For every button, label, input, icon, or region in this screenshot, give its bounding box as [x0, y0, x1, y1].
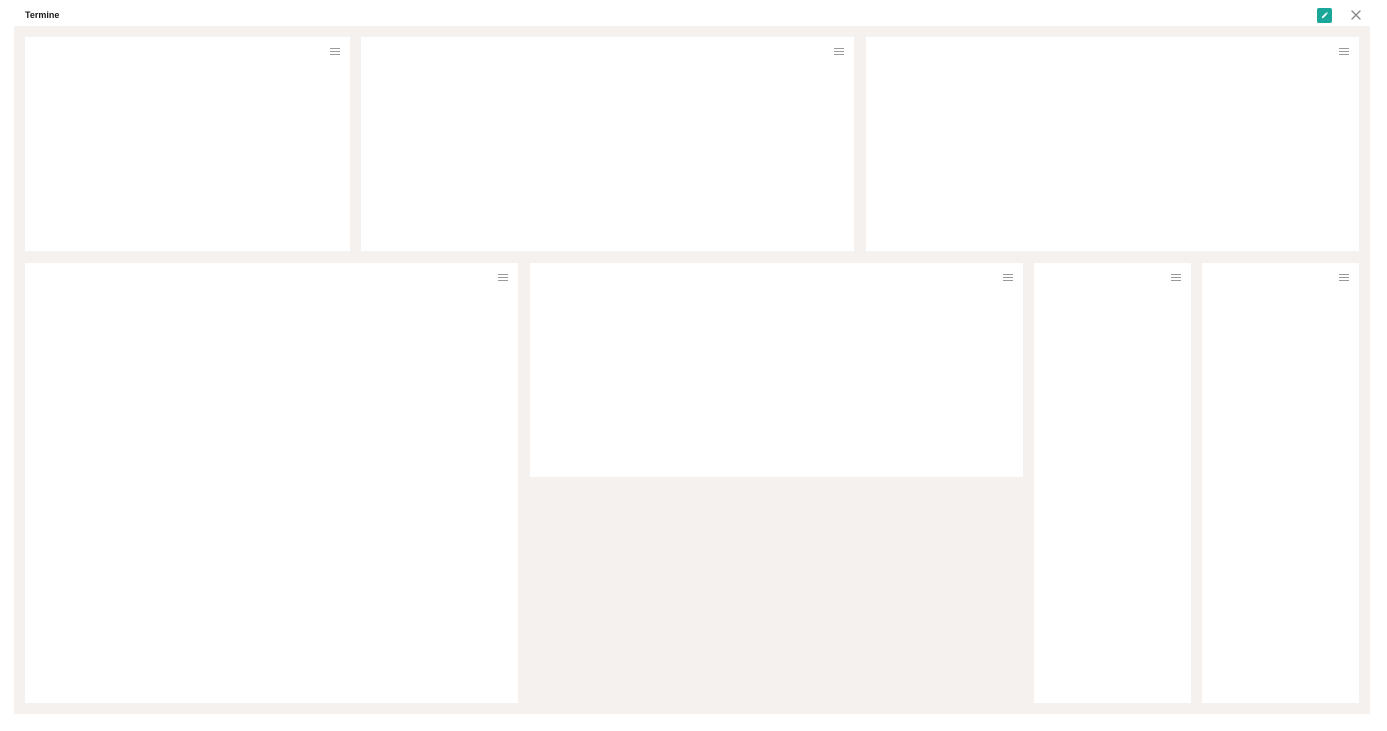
widget-4 — [25, 263, 518, 703]
widget-2 — [361, 37, 854, 251]
page-title: Termine — [25, 10, 60, 20]
hamburger-menu-icon[interactable] — [834, 48, 844, 56]
pencil-icon — [1321, 11, 1329, 19]
hamburger-menu-icon[interactable] — [330, 48, 340, 56]
close-icon — [1351, 10, 1361, 20]
widget-6 — [1034, 263, 1191, 703]
widget-3 — [866, 37, 1359, 251]
edit-button[interactable] — [1317, 8, 1332, 23]
widget-5 — [530, 263, 1023, 477]
widget-1 — [25, 37, 350, 251]
hamburger-menu-icon[interactable] — [1171, 274, 1181, 282]
dashboard-board — [14, 26, 1370, 714]
hamburger-menu-icon[interactable] — [1339, 48, 1349, 56]
widget-7 — [1202, 263, 1359, 703]
hamburger-menu-icon[interactable] — [1339, 274, 1349, 282]
close-button[interactable] — [1349, 8, 1363, 22]
hamburger-menu-icon[interactable] — [1003, 274, 1013, 282]
hamburger-menu-icon[interactable] — [498, 274, 508, 282]
top-bar: Termine — [0, 0, 1387, 26]
